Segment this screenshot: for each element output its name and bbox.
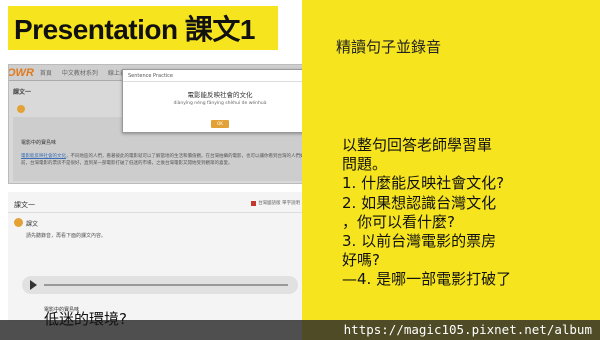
instructions-panel: 精讀句子並錄音 以整句回答老師學習單 問題。 1. 什麼能反映社會文化? 2. … <box>302 0 600 340</box>
shot2-instruction: 請先聽錄音，再看下面的課文內容。 <box>26 233 107 239</box>
nav-item-textbooks[interactable]: 中文教材系列 <box>62 68 98 77</box>
question-2-cont: ，你可以看什麼? <box>342 212 455 231</box>
divider <box>8 212 304 213</box>
modal-header: Sentence Practice × <box>123 70 317 82</box>
modal-pinyin: diànyǐng néng fǎnyìng shèhuì de wénhuà <box>173 101 267 106</box>
shot1-lesson-heading: 課文一 <box>13 89 32 96</box>
question-4-cont: 低迷的環境? <box>44 310 127 328</box>
question-3-cont: 好嗎? <box>342 251 380 270</box>
highlighted-sentence-link[interactable]: 電影能反映社會的文化 <box>21 154 66 159</box>
shot2-lesson-icon <box>14 218 23 227</box>
modal-ok-button[interactable]: OK <box>211 120 229 128</box>
shot1-subheading: 電影中的寶島味 <box>21 140 57 146</box>
question-2: 2. 如果想認識台灣文化 <box>342 193 497 212</box>
audio-player[interactable] <box>22 276 298 294</box>
watermark-url: https://magic105.pixnet.net/album <box>343 322 592 337</box>
question-list: 以整句回答老師學習單 問題。 1. 什麼能反映社會文化? 2. 如果想認識台灣文… <box>342 136 592 290</box>
shot2-version-tag[interactable]: 台灣國語版 單字說明 <box>251 200 300 206</box>
slide-title: Presentation 課文1 <box>14 14 255 45</box>
question-3: 3. 以前台灣電影的票房 <box>342 232 497 251</box>
shot2-tag-label: 台灣國語版 單字說明 <box>258 201 300 206</box>
shot1-paragraph-text: ，不同地區的人們，看著彼此的電影就可以了解當地的生活和價值觀。在台灣拍攝的電影，… <box>21 154 350 166</box>
question-1: 1. 什麼能反映社會文化? <box>342 174 505 193</box>
audio-progress-track[interactable] <box>44 284 288 286</box>
title-banner: Presentation 課文1 <box>8 6 278 50</box>
sentence-practice-modal: Sentence Practice × 電影能反映社會的文化 diànyǐng … <box>122 69 318 133</box>
site-logo: OWR <box>8 66 34 79</box>
reading-instruction: 精讀句子並錄音 <box>336 38 442 56</box>
question-4: —4. 是哪一部電影打破了 <box>342 270 512 289</box>
screenshot-lesson-audio: 課文一 台灣國語版 單字說明 課文 請先聽錄音，再看下面的課文內容。 電影中的寶… <box>8 192 304 322</box>
modal-title: Sentence Practice <box>128 73 174 79</box>
question-intro-line-1: 以整句回答老師學習單 <box>342 136 493 154</box>
shot1-lesson-icon <box>17 105 25 113</box>
shot2-lesson-label: 課文 <box>26 221 39 228</box>
question-intro-line-2: 問題。 <box>342 155 388 174</box>
shot2-lesson-heading: 課文一 <box>14 201 35 209</box>
flag-icon <box>251 200 257 206</box>
nav-item-home[interactable]: 首頁 <box>40 68 52 77</box>
play-icon[interactable] <box>30 280 37 290</box>
modal-sentence: 電影能反映社會的文化 <box>187 91 253 99</box>
